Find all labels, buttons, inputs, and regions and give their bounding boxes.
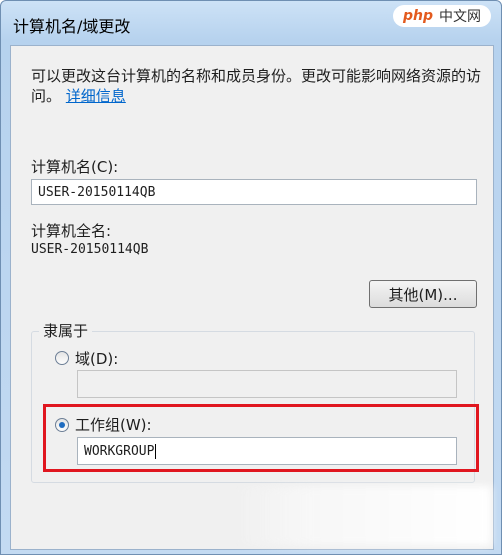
workgroup-value: WORKGROUP: [84, 443, 155, 459]
details-link[interactable]: 详细信息: [66, 87, 126, 105]
window-title: 计算机名/域更改: [13, 17, 131, 36]
domain-label: 域(D):: [75, 350, 119, 368]
computer-name-value: USER-20150114QB: [38, 184, 156, 200]
more-button-label: 其他(M)...: [388, 285, 458, 304]
domain-radio[interactable]: [55, 351, 69, 365]
domain-input[interactable]: [77, 370, 457, 398]
dialog-window: 计算机名/域更改 php 中文网 可以更改这台计算机的名称和成员身份。更改可能影…: [0, 0, 502, 555]
text-caret: [155, 443, 157, 459]
title-bar: 计算机名/域更改 php 中文网: [1, 1, 501, 45]
description: 可以更改这台计算机的名称和成员身份。更改可能影响网络资源的访问。 详细信息: [31, 66, 486, 106]
workgroup-label: 工作组(W):: [75, 416, 152, 434]
workgroup-input[interactable]: WORKGROUP: [77, 437, 457, 465]
watermark-text: 中文网: [439, 9, 481, 25]
workgroup-radio[interactable]: [55, 418, 69, 432]
full-name-value: USER-20150114QB: [31, 242, 149, 257]
dialog-content: 可以更改这台计算机的名称和成员身份。更改可能影响网络资源的访问。 详细信息 计算…: [10, 45, 494, 550]
computer-name-input[interactable]: USER-20150114QB: [31, 179, 477, 205]
full-name-label: 计算机全名:: [31, 222, 112, 240]
watermark: php 中文网: [392, 5, 491, 27]
watermark-brand: php: [402, 8, 433, 24]
more-button[interactable]: 其他(M)...: [369, 280, 477, 308]
computer-name-label: 计算机名(C):: [31, 158, 119, 176]
blurred-region: [231, 486, 491, 546]
member-of-title: 隶属于: [39, 320, 93, 341]
